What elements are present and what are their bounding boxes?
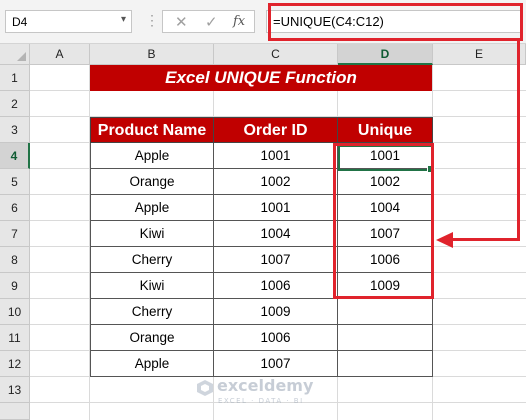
- row-header-10[interactable]: 10: [0, 299, 30, 325]
- name-box[interactable]: D4 ▾: [5, 10, 132, 33]
- cell-unique[interactable]: [338, 351, 433, 377]
- row-header-4[interactable]: 4: [0, 143, 30, 169]
- watermark-name: exceldemy: [217, 376, 314, 395]
- column-header-c[interactable]: C: [214, 44, 338, 65]
- cell-unique[interactable]: [338, 325, 433, 351]
- cell-order-id[interactable]: 1004: [214, 221, 338, 247]
- enter-icon[interactable]: ✓: [205, 13, 218, 31]
- sheet-title[interactable]: Excel UNIQUE Function: [90, 65, 432, 91]
- cell-order-id[interactable]: 1001: [214, 143, 338, 169]
- annotation-arrow-line: [517, 41, 520, 240]
- row-header-5[interactable]: 5: [0, 169, 30, 195]
- cell-product[interactable]: Apple: [90, 143, 214, 169]
- annotation-arrow-line: [452, 238, 520, 241]
- cancel-icon[interactable]: ✕: [175, 13, 188, 31]
- cell-product[interactable]: Apple: [90, 351, 214, 377]
- row-header-11[interactable]: 11: [0, 325, 30, 351]
- row-header-2[interactable]: 2: [0, 91, 30, 117]
- column-header-d[interactable]: D: [338, 44, 433, 65]
- watermark-tagline: EXCEL · DATA · BI: [218, 397, 304, 405]
- result-highlight-box: [333, 143, 434, 299]
- formula-buttons: ✕ ✓ fx: [162, 10, 255, 33]
- insert-function-icon[interactable]: fx: [233, 14, 245, 29]
- row-header-14[interactable]: [0, 403, 30, 420]
- exceldemy-logo-icon: [197, 380, 213, 396]
- row-header-13[interactable]: 13: [0, 377, 30, 403]
- column-header-a[interactable]: A: [30, 44, 90, 65]
- cell-product[interactable]: Kiwi: [90, 221, 214, 247]
- cell-order-id[interactable]: 1006: [214, 325, 338, 351]
- cell-product[interactable]: Apple: [90, 195, 214, 221]
- cell-order-id[interactable]: 1009: [214, 299, 338, 325]
- header-order-id[interactable]: Order ID: [214, 117, 338, 143]
- cell-order-id[interactable]: 1007: [214, 247, 338, 273]
- row-header-7[interactable]: 7: [0, 221, 30, 247]
- chevron-down-icon[interactable]: ▾: [121, 14, 126, 25]
- watermark-logo: exceldemy EXCEL · DATA · BI: [196, 376, 326, 410]
- name-box-value: D4: [12, 15, 28, 29]
- cell-product[interactable]: Kiwi: [90, 273, 214, 299]
- cell-order-id[interactable]: 1002: [214, 169, 338, 195]
- header-product-name[interactable]: Product Name: [90, 117, 214, 143]
- cell-unique[interactable]: [338, 299, 433, 325]
- row-header-1[interactable]: 1: [0, 65, 30, 91]
- header-unique[interactable]: Unique: [338, 117, 433, 143]
- row-header-8[interactable]: 8: [0, 247, 30, 273]
- column-header-b[interactable]: B: [90, 44, 214, 65]
- drag-handle-icon[interactable]: ⋮: [145, 12, 159, 29]
- cell-product[interactable]: Cherry: [90, 299, 214, 325]
- cell-product[interactable]: Orange: [90, 325, 214, 351]
- arrow-left-icon: [436, 232, 453, 248]
- row-header-3[interactable]: 3: [0, 117, 30, 143]
- select-all-button[interactable]: [0, 44, 30, 65]
- cell-order-id[interactable]: 1007: [214, 351, 338, 377]
- row-header-12[interactable]: 12: [0, 351, 30, 377]
- row-header-6[interactable]: 6: [0, 195, 30, 221]
- cell-order-id[interactable]: 1001: [214, 195, 338, 221]
- cell-product[interactable]: Orange: [90, 169, 214, 195]
- cell-order-id[interactable]: 1006: [214, 273, 338, 299]
- cell-product[interactable]: Cherry: [90, 247, 214, 273]
- column-header-e[interactable]: E: [433, 44, 526, 65]
- row-header-9[interactable]: 9: [0, 273, 30, 299]
- formula-highlight-box: [268, 3, 523, 41]
